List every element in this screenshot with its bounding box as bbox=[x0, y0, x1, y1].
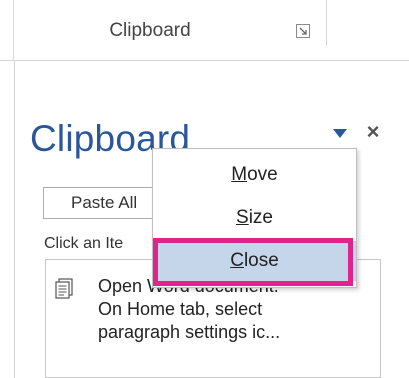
menu-item-close[interactable]: Close bbox=[153, 241, 356, 281]
menu-item-mnemonic: M bbox=[231, 164, 248, 185]
pane-options-menu: Move Size Close bbox=[152, 148, 357, 288]
close-icon[interactable]: × bbox=[362, 121, 384, 143]
menu-item-move[interactable]: Move bbox=[153, 155, 356, 195]
ribbon-separator bbox=[326, 0, 327, 46]
triangle-down-icon[interactable] bbox=[332, 128, 348, 140]
clipboard-pane-screenshot: Clipboard Clipboard × Paste All Click an… bbox=[0, 0, 409, 378]
menu-item-mnemonic: S bbox=[236, 207, 249, 228]
menu-item-size[interactable]: Size bbox=[153, 198, 356, 238]
click-item-instructions: Click an Ite bbox=[44, 235, 124, 252]
menu-item-label: ove bbox=[247, 164, 278, 185]
clipboard-item-line: On Home tab, select bbox=[98, 299, 263, 319]
ribbon-group-title: Clipboard bbox=[109, 20, 191, 41]
clipboard-item-line: paragraph settings ic... bbox=[98, 322, 281, 342]
dialog-launcher-icon[interactable] bbox=[296, 24, 310, 38]
document-icon bbox=[55, 278, 73, 299]
menu-item-label: ize bbox=[248, 207, 273, 228]
ribbon-group-header: Clipboard bbox=[0, 0, 409, 61]
ribbon-left-divider bbox=[13, 0, 14, 60]
menu-item-label: lose bbox=[243, 250, 279, 271]
menu-item-mnemonic: C bbox=[230, 250, 244, 271]
